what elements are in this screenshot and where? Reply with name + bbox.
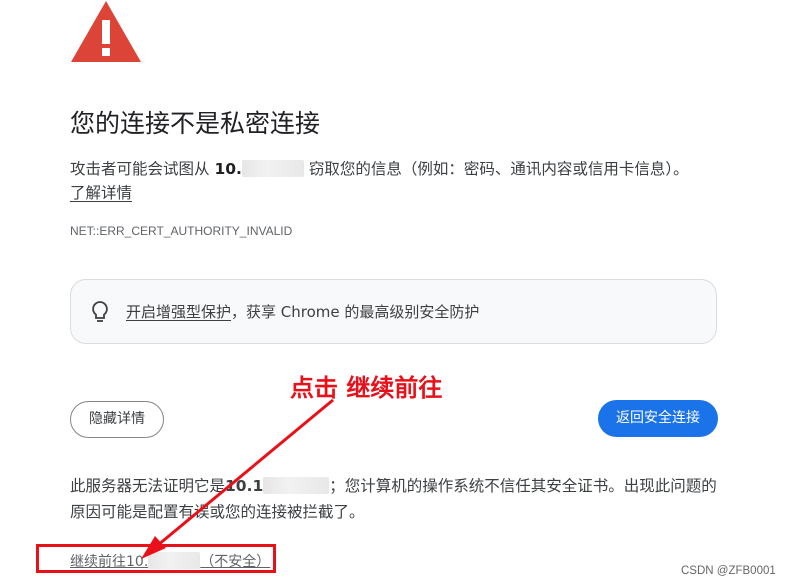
enhanced-protection-text: 开启增强型保护，获享 Chrome 的最高级别安全防护	[126, 301, 479, 322]
warning-triangle-icon	[71, 1, 141, 62]
proceed-unsafe-link[interactable]: 继续前往10. （不安全）	[70, 551, 270, 571]
back-to-safety-button[interactable]: 返回安全连接	[598, 400, 718, 437]
enhanced-protection-link[interactable]: 开启增强型保护	[126, 303, 231, 321]
annotation-text: 点击 继续前往	[290, 374, 443, 402]
host-address: 10.	[214, 160, 304, 178]
page-title: 您的连接不是私密连接	[70, 109, 321, 138]
watermark: CSDN @ZFB0001	[681, 565, 776, 577]
enhanced-protection-box: 开启增强型保护，获享 Chrome 的最高级别安全防护	[70, 279, 717, 344]
details-host: 10.1	[225, 477, 330, 495]
proceed-highlight-box: 继续前往10. （不安全）	[36, 544, 276, 573]
attack-text-suffix: 窃取您的信息（例如：密码、通讯内容或信用卡信息）。	[308, 160, 689, 178]
details-prefix: 此服务器无法证明它是	[70, 477, 226, 495]
details-text: 此服务器无法证明它是10.1 ；您计算机的操作系统不信任其安全证书。出现此问题的原…	[70, 473, 720, 525]
learn-more-link[interactable]: 了解详情	[70, 184, 132, 202]
hide-details-button[interactable]: 隐藏详情	[70, 401, 164, 438]
lightbulb-icon	[92, 301, 108, 322]
enhanced-protection-suffix: ，获享 Chrome 的最高级别安全防护	[231, 303, 480, 321]
attack-text-prefix: 攻击者可能会试图从	[70, 160, 210, 178]
error-code: NET::ERR_CERT_AUTHORITY_INVALID	[70, 224, 293, 238]
attack-warning-text: 攻击者可能会试图从 10. 窃取您的信息（例如：密码、通讯内容或信用卡信息）。 …	[70, 157, 730, 205]
